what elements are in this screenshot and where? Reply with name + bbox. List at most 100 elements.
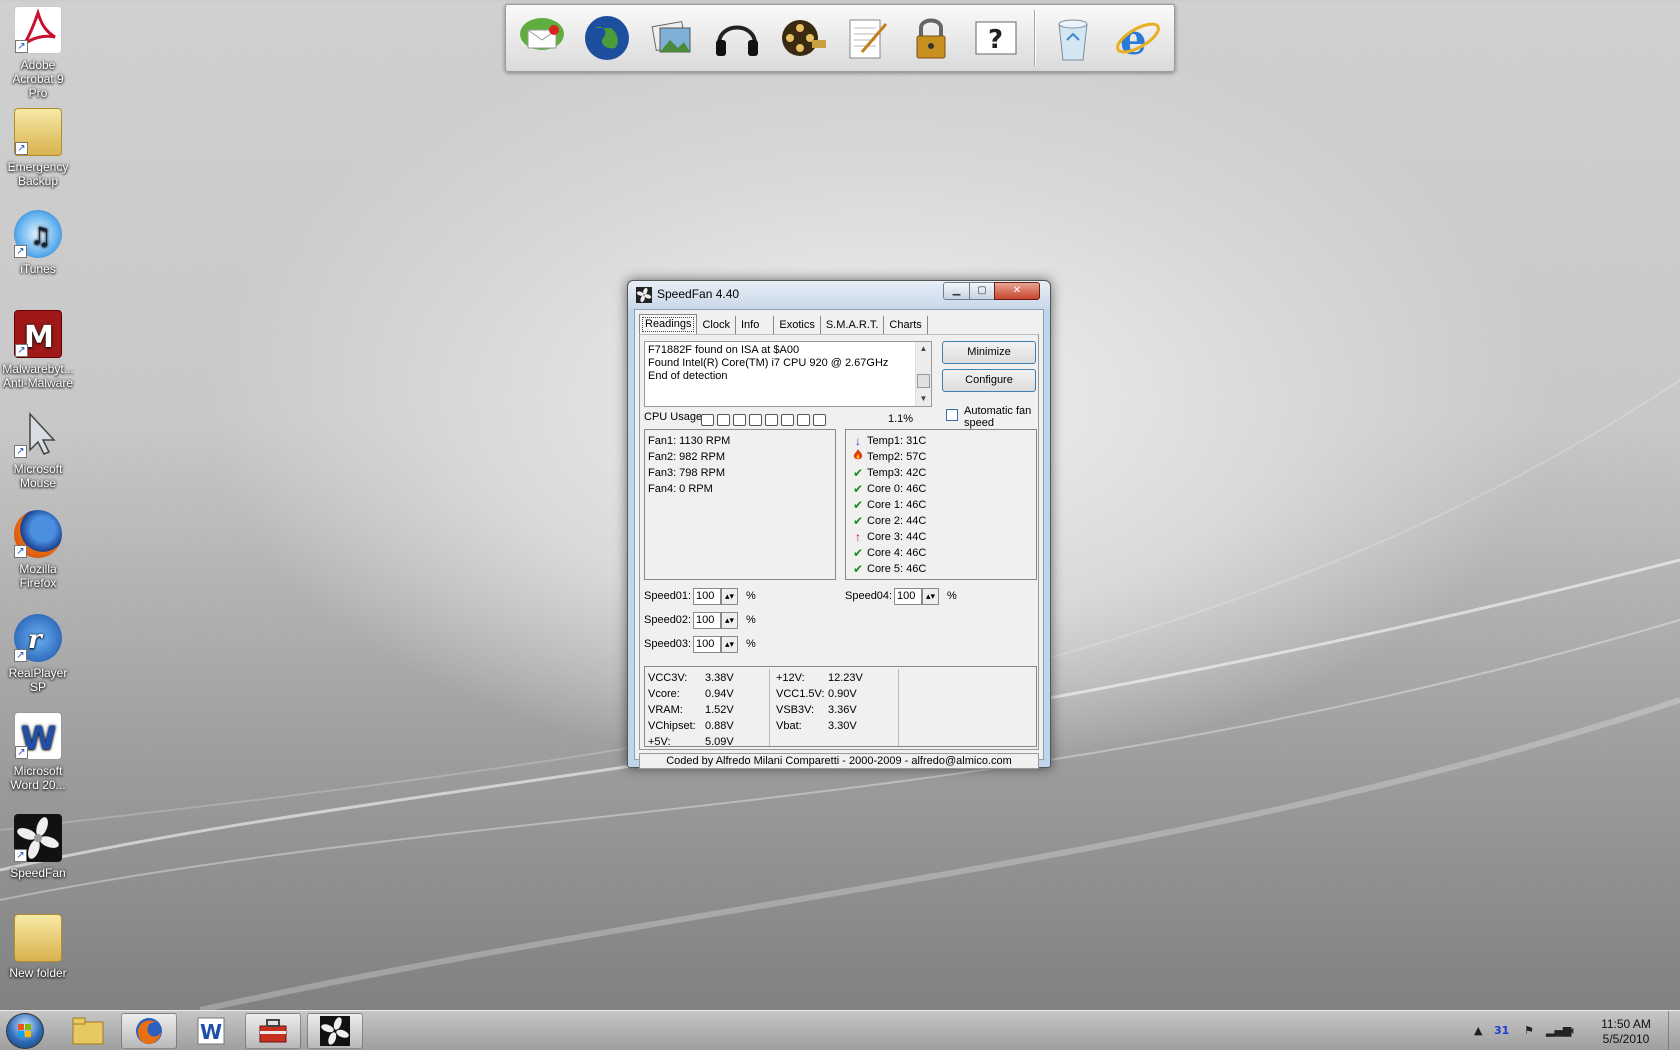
spin-arrows-icon[interactable]: ▴▾ [721, 612, 738, 629]
network-signal-icon[interactable]: ▂▄▆ [1546, 1024, 1571, 1037]
desktop-icon-malwarebytes[interactable]: M ↗ Malwarebyt... Anti-Malware [2, 310, 74, 390]
tray-badge[interactable]: 31 [1494, 1024, 1509, 1037]
speed01-control: Speed01: 100 ▴▾ % [644, 588, 764, 606]
desktop-icon-new-folder[interactable]: New folder [2, 914, 74, 980]
temp-label: Temp3: [867, 467, 904, 479]
window-client-area: Readings Clock Info Exotics S.M.A.R.T. C… [634, 309, 1044, 769]
show-hidden-icons-icon[interactable]: ▲ [1474, 1024, 1482, 1037]
tab-exotics[interactable]: Exotics [774, 316, 821, 334]
voltage-label: VRAM: [648, 704, 683, 716]
log-line: End of detection [648, 370, 728, 382]
malwarebytes-icon: M ↗ [14, 310, 62, 358]
desktop-icon-firefox[interactable]: ↗ Mozilla Firefox [2, 510, 74, 590]
word-icon: W ↗ [14, 712, 62, 760]
system-clock[interactable]: 11:50 AM 5/5/2010 [1586, 1017, 1666, 1047]
desktop-icon-label: Emergency Backup [7, 160, 69, 188]
recycle-bin-icon[interactable] [1044, 9, 1101, 67]
speed-input[interactable]: 100 [894, 588, 922, 605]
speed03-control: Speed03: 100 ▴▾ % [644, 636, 764, 654]
window-titlebar[interactable]: SpeedFan 4.40 ▁ ▢ ✕ [628, 281, 1050, 309]
cpu-core-bar [701, 414, 714, 426]
desktop-icon-emergency-backup[interactable]: ↗ Emergency Backup [2, 108, 74, 188]
desktop-icon-realplayer[interactable]: r ↗ RealPlayer SP [2, 614, 74, 694]
help-icon[interactable]: ? [968, 9, 1025, 67]
svg-text:e: e [1120, 15, 1147, 64]
fan-reading: Fan3: 798 RPM [648, 467, 726, 479]
temp-value: 42C [906, 467, 927, 479]
voltage-row: +5V: 5.09V [648, 734, 734, 750]
desktop-icon-acrobat[interactable]: ↗ Adobe Acrobat 9 Pro [2, 6, 74, 100]
desktop-icon-word[interactable]: W ↗ Microsoft Word 20... [2, 712, 74, 792]
speed-unit: % [947, 590, 957, 602]
mail-icon[interactable] [514, 9, 571, 67]
word-icon[interactable]: W [183, 1013, 239, 1049]
window-minimize-button[interactable]: ▁ [943, 282, 970, 300]
temp-reading: Temp2: 57C [849, 449, 1036, 465]
tab-clock[interactable]: Clock [697, 316, 736, 334]
temperature-readings-list: ↓ Temp1: 31C Temp2: 57C ✔ Temp3: 42C ✔ C… [845, 429, 1037, 580]
scroll-up-icon[interactable]: ▲ [916, 342, 931, 356]
temp-value: 46C [906, 547, 927, 559]
show-desktop-button[interactable] [1668, 1011, 1680, 1050]
voltage-row: VChipset: 0.88V [648, 718, 734, 734]
minimize-button[interactable]: Minimize [942, 341, 1036, 364]
spin-arrows-icon[interactable]: ▴▾ [721, 588, 738, 605]
internet-explorer-icon[interactable]: e [1109, 9, 1166, 67]
volume-icon[interactable]: 🔈︎ [1570, 1024, 1577, 1038]
lock-icon[interactable] [903, 9, 960, 67]
speed-input[interactable]: 100 [693, 636, 721, 653]
temp-reading: ↑ Core 3: 44C [849, 529, 1036, 545]
desktop-icon-itunes[interactable]: ♫ ↗ iTunes [2, 210, 74, 276]
spin-arrows-icon[interactable]: ▴▾ [721, 636, 738, 653]
photos-icon[interactable] [644, 9, 701, 67]
voltage-row: Vbat: 3.30V [776, 718, 863, 734]
voltage-label: VCC1.5V: [776, 688, 825, 700]
desktop-icon-label: New folder [9, 966, 67, 980]
speedfan-window: SpeedFan 4.40 ▁ ▢ ✕ Readings Clock Info … [627, 280, 1051, 769]
desktop-icon-microsoft-mouse[interactable]: ↗ Microsoft Mouse [2, 410, 74, 490]
window-maximize-button[interactable]: ▢ [969, 282, 995, 300]
tab-smart[interactable]: S.M.A.R.T. [821, 316, 885, 334]
detection-log[interactable]: F71882F found on ISA at $A00 Found Intel… [644, 341, 932, 407]
automatic-fan-speed-checkbox[interactable] [946, 409, 958, 421]
log-scrollbar[interactable]: ▲ ▼ [915, 342, 931, 406]
tab-charts[interactable]: Charts [884, 316, 928, 334]
scroll-thumb[interactable] [917, 374, 930, 388]
voltage-divider [898, 669, 899, 746]
start-orb-icon[interactable] [6, 1013, 44, 1049]
voltage-value: 0.90V [828, 688, 857, 700]
firefox-icon[interactable] [121, 1013, 177, 1049]
folder-icon [14, 914, 62, 962]
action-center-flag-icon[interactable]: ⚑ [1524, 1024, 1534, 1037]
speed-unit: % [746, 638, 756, 650]
window-title: SpeedFan 4.40 [657, 287, 740, 301]
tab-readings[interactable]: Readings [639, 314, 698, 335]
svg-text:r: r [28, 625, 44, 655]
speed-input[interactable]: 100 [693, 612, 721, 629]
voltage-label: VSB3V: [776, 704, 815, 716]
spin-arrows-icon[interactable]: ▴▾ [922, 588, 939, 605]
headphones-icon[interactable] [708, 9, 765, 67]
film-reel-icon[interactable] [773, 9, 830, 67]
checkmark-icon: ✔ [852, 546, 864, 560]
temp-value: 44C [906, 515, 927, 527]
window-close-button[interactable]: ✕ [994, 282, 1040, 300]
tab-info[interactable]: Info [736, 316, 775, 334]
globe-icon[interactable] [579, 9, 636, 67]
notes-icon[interactable] [838, 9, 895, 67]
voltage-divider [769, 669, 770, 746]
file-explorer-icon[interactable] [60, 1013, 116, 1049]
clock-time: 11:50 AM [1601, 1017, 1651, 1031]
toolbox-icon[interactable] [245, 1013, 301, 1049]
temp-label: Core 0: [867, 483, 904, 495]
speedfan-icon[interactable] [307, 1013, 363, 1049]
scroll-down-icon[interactable]: ▼ [916, 392, 931, 406]
automatic-fan-speed-option[interactable]: Automatic fan speed [946, 405, 1042, 429]
speed-input[interactable]: 100 [693, 588, 721, 605]
desktop-icon-speedfan[interactable]: ↗ SpeedFan [2, 814, 74, 880]
dock-separator [1034, 10, 1037, 66]
voltage-column-right: +12V: 12.23V VCC1.5V: 0.90V VSB3V: 3.36V Vb… [776, 670, 863, 734]
temp-label: Core 1: [867, 499, 904, 511]
configure-button[interactable]: Configure [942, 369, 1036, 392]
speedfan-icon [636, 287, 652, 303]
